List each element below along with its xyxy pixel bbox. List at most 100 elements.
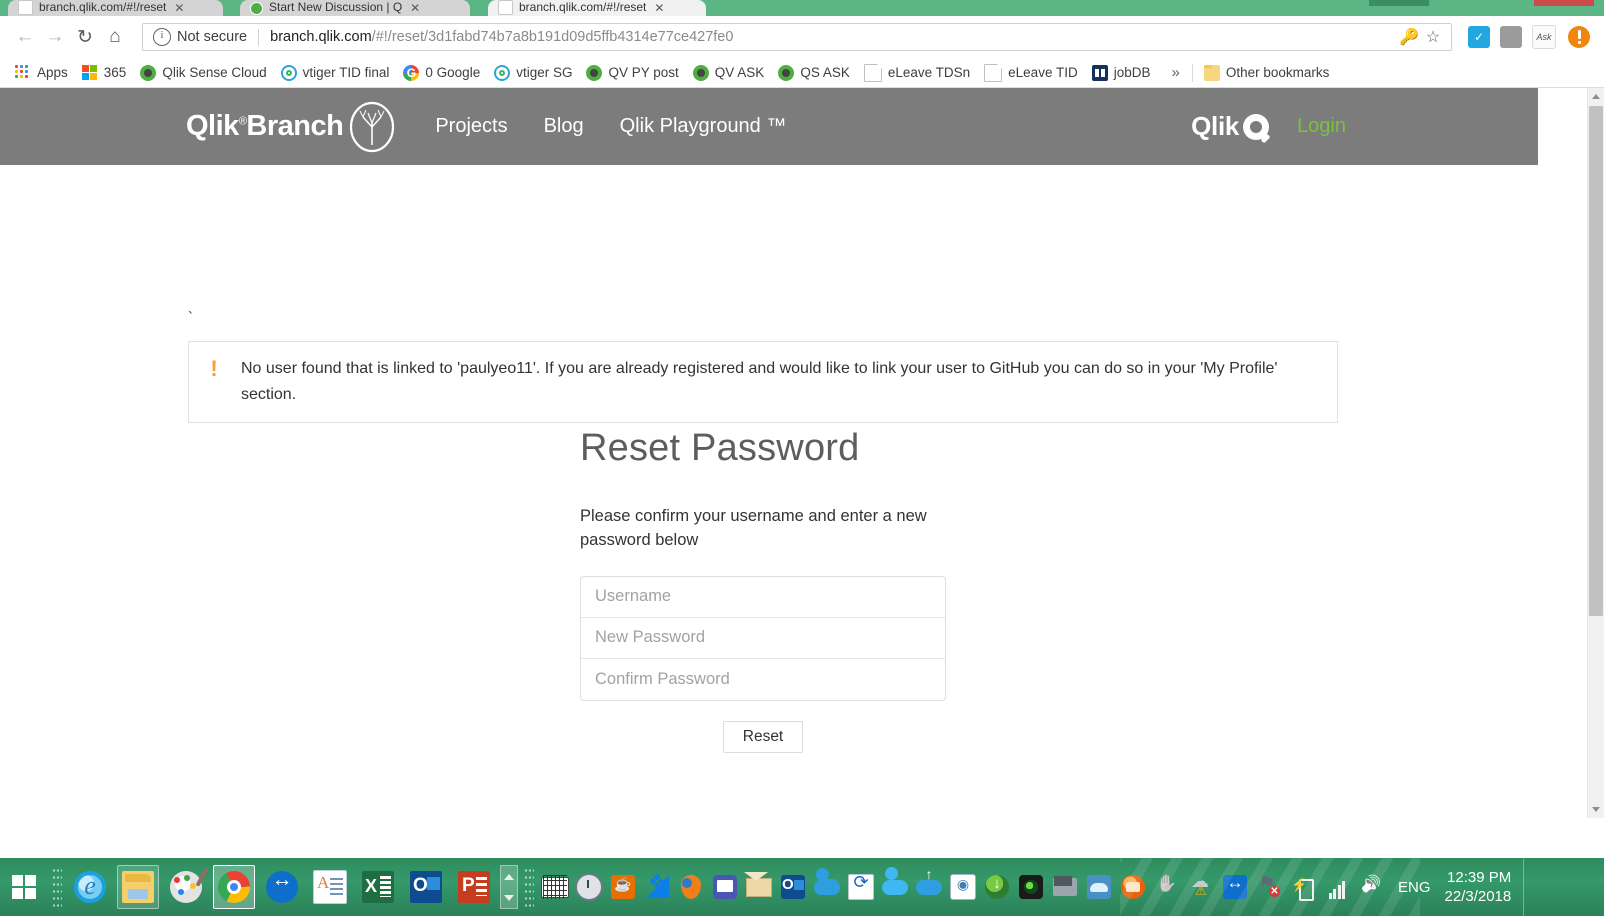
- profile-avatar[interactable]: [1568, 26, 1590, 48]
- display-icon[interactable]: [1051, 873, 1079, 901]
- back-icon[interactable]: ←: [10, 22, 40, 52]
- chevron-up-icon[interactable]: [504, 873, 514, 880]
- nav-link-qlik-playground[interactable]: Qlik Playground ™: [620, 115, 787, 138]
- brand-logo[interactable]: Qlik®Branch: [186, 101, 395, 153]
- taskbar-google-chrome[interactable]: [213, 865, 255, 909]
- bookmark-eleave-tid[interactable]: eLeave TID: [977, 62, 1085, 84]
- browser-tab-2[interactable]: Start New Discussion | Q ✕: [240, 0, 470, 16]
- ask-extension-icon[interactable]: Ask: [1532, 25, 1556, 49]
- form-instructions: Please confirm your username and enter a…: [580, 506, 927, 549]
- brain-icon[interactable]: [949, 873, 977, 901]
- java-icon[interactable]: [609, 873, 637, 901]
- webcam-icon[interactable]: [1017, 873, 1045, 901]
- bookmark-eleave-tdsn[interactable]: eLeave TDSn: [857, 62, 977, 84]
- browser-tab-3-active[interactable]: branch.qlik.com/#!/reset ✕: [488, 0, 706, 16]
- tray-grip-handle[interactable]: [524, 867, 534, 907]
- toolbar-grip-handle[interactable]: [52, 867, 62, 907]
- cloud-warning-icon[interactable]: [1187, 871, 1215, 901]
- battery-icon[interactable]: [1289, 873, 1317, 901]
- taskbar-paint[interactable]: [165, 865, 207, 909]
- bookmark-label: Qlik Sense Cloud: [162, 65, 267, 80]
- reload-icon[interactable]: ↻: [70, 22, 100, 52]
- internet-explorer-icon: [74, 871, 106, 903]
- network-signal-icon[interactable]: [1323, 873, 1351, 901]
- browser-tab-1[interactable]: branch.qlik.com/#!/reset ✕: [8, 0, 223, 16]
- google-chrome-icon: [218, 871, 250, 903]
- bookmark-other-bookmarks[interactable]: Other bookmarks: [1197, 62, 1337, 84]
- scrollbar-thumb[interactable]: [1589, 106, 1603, 616]
- taskbar-wordpad[interactable]: [309, 865, 351, 909]
- bookmark-qv-ask[interactable]: QV ASK: [686, 62, 772, 84]
- ghost-extension-icon[interactable]: [1500, 26, 1522, 48]
- bookmark-0-google[interactable]: 0 Google: [396, 62, 487, 84]
- scroll-down-arrow-icon[interactable]: [1588, 801, 1604, 818]
- close-icon[interactable]: ✕: [654, 1, 664, 15]
- star-icon[interactable]: ☆: [1421, 25, 1445, 49]
- bookmark-365[interactable]: 365: [75, 62, 134, 84]
- bookmark-jobdb[interactable]: jobDB: [1085, 62, 1158, 84]
- google-icon: [403, 64, 420, 81]
- monitor-icon[interactable]: [711, 873, 739, 901]
- qlik-icon: [692, 64, 709, 81]
- checkmark-extension-icon[interactable]: ✓: [1468, 26, 1490, 48]
- bookmark-qv-py-post[interactable]: QV PY post: [579, 62, 685, 84]
- window-close-button[interactable]: [1534, 0, 1594, 6]
- bookmark-qs-ask[interactable]: QS ASK: [771, 62, 857, 84]
- page-scrollbar[interactable]: [1587, 88, 1604, 818]
- home-icon[interactable]: ⌂: [100, 22, 130, 52]
- taskbar-excel[interactable]: [357, 865, 399, 909]
- scroll-up-arrow-icon[interactable]: [1588, 88, 1604, 105]
- orange-app-icon[interactable]: [1119, 873, 1147, 901]
- username-input[interactable]: [581, 576, 945, 618]
- taskbar-outlook[interactable]: [405, 865, 447, 909]
- tray-overflow-scroller[interactable]: [500, 865, 518, 909]
- language-indicator[interactable]: ENG: [1398, 879, 1431, 896]
- cloud-upload-icon[interactable]: [915, 873, 943, 901]
- bookmark-vtiger-tid-final[interactable]: vtiger TID final: [274, 62, 397, 84]
- sync-icon[interactable]: [847, 872, 875, 901]
- sky-drive-icon[interactable]: [1085, 873, 1113, 901]
- confirm-password-input[interactable]: [581, 658, 945, 700]
- bookmark-apps[interactable]: Apps: [8, 62, 75, 84]
- qlik-wordmark: Qlik: [1191, 111, 1240, 141]
- mail-envelope-icon[interactable]: [745, 873, 773, 901]
- new-password-input[interactable]: [581, 617, 945, 659]
- nav-link-projects[interactable]: Projects: [435, 115, 507, 138]
- reset-submit-button[interactable]: Reset: [723, 720, 803, 753]
- outlook-tray-icon[interactable]: [779, 873, 807, 901]
- taskbar-teamviewer[interactable]: [261, 865, 303, 909]
- volume-icon[interactable]: [1357, 873, 1385, 901]
- clock-date-widget[interactable]: 12:39 PM 22/3/2018: [1445, 868, 1512, 906]
- download-manager-icon[interactable]: [983, 873, 1011, 901]
- taskbar-internet-explorer[interactable]: [69, 865, 111, 909]
- login-link[interactable]: Login: [1297, 115, 1346, 138]
- teamviewer-tray-icon[interactable]: [1221, 873, 1249, 901]
- divider: [258, 28, 260, 46]
- forward-icon[interactable]: →: [40, 22, 70, 52]
- close-icon[interactable]: ✕: [410, 1, 420, 15]
- address-bar[interactable]: Not secure branch.qlik.com/#!/reset/3d1f…: [142, 23, 1452, 51]
- show-desktop-button[interactable]: [1523, 858, 1532, 916]
- bookmark-label: eLeave TDSn: [887, 65, 971, 80]
- window-minimize-button[interactable]: [1369, 0, 1429, 6]
- taskbar-file-explorer[interactable]: [117, 865, 159, 909]
- location-pin-icon[interactable]: [677, 873, 705, 901]
- taskbar-powerpoint[interactable]: [453, 865, 495, 909]
- start-button[interactable]: [0, 858, 48, 916]
- close-icon[interactable]: ✕: [174, 1, 184, 15]
- flag-action-center-icon[interactable]: [1255, 871, 1283, 901]
- window-maximize-button[interactable]: [1439, 0, 1499, 6]
- cloud-icon[interactable]: [881, 873, 909, 901]
- bookmark-qlik-sense-cloud[interactable]: Qlik Sense Cloud: [133, 62, 273, 84]
- bookmark-vtiger-sg[interactable]: vtiger SG: [487, 62, 579, 84]
- dropbox-icon[interactable]: [643, 873, 671, 901]
- clock-utility-icon[interactable]: [575, 873, 603, 901]
- onedrive-icon[interactable]: [813, 873, 841, 901]
- nav-link-blog[interactable]: Blog: [544, 115, 584, 138]
- chevron-down-icon[interactable]: [504, 894, 514, 901]
- hand-icon[interactable]: [1153, 873, 1181, 901]
- on-screen-keyboard-icon[interactable]: [541, 873, 569, 901]
- info-security-icon[interactable]: [153, 28, 171, 46]
- bookmarks-overflow-button[interactable]: »: [1163, 64, 1187, 81]
- key-icon[interactable]: 🔑: [1397, 25, 1421, 49]
